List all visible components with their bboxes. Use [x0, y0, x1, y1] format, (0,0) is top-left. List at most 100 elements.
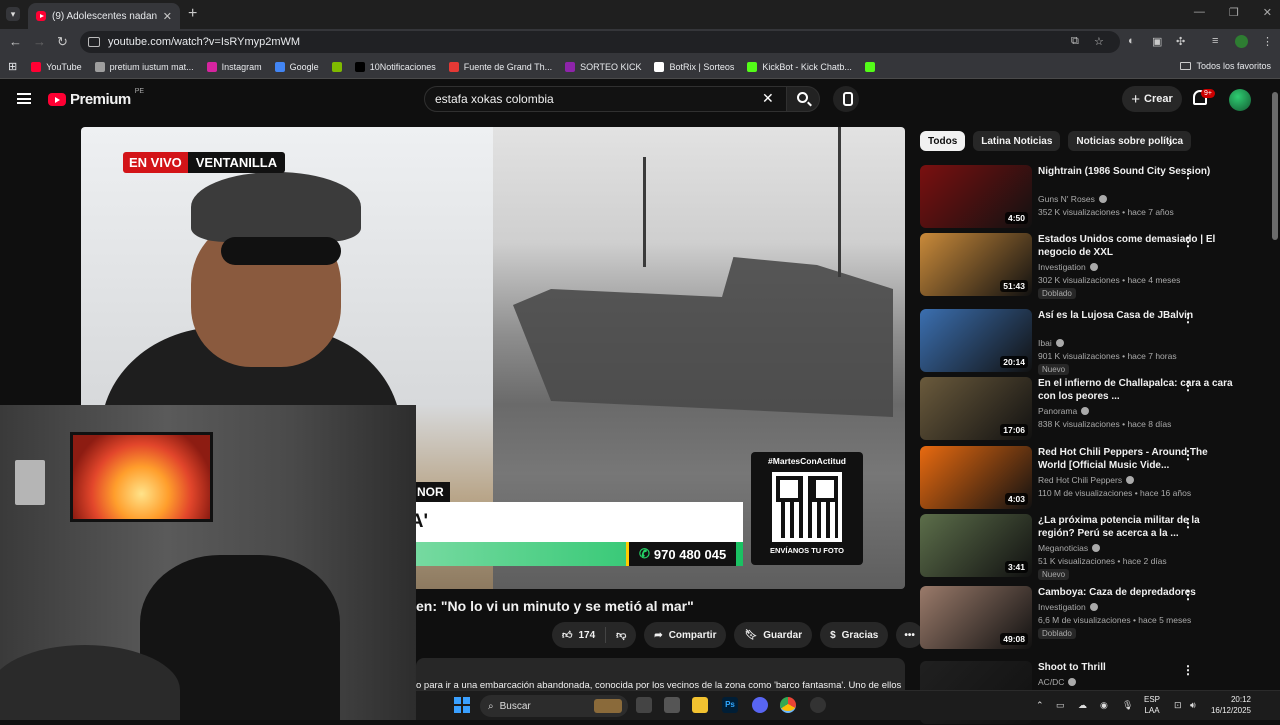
video-thumbnail[interactable]: 51:43: [920, 233, 1032, 296]
more-options-icon[interactable]: ⋮: [1182, 663, 1194, 677]
video-thumbnail[interactable]: 20:14: [920, 309, 1032, 372]
video-thumbnail[interactable]: 49:08: [920, 586, 1032, 649]
voice-search-icon[interactable]: [833, 86, 859, 112]
bookmark-star-icon[interactable]: ☆: [1094, 35, 1104, 48]
file-explorer-icon[interactable]: [692, 697, 708, 713]
more-options-icon[interactable]: ⋮: [1182, 311, 1194, 325]
browser-menu-icon[interactable]: ⋮: [1262, 35, 1273, 48]
extension-icon-2[interactable]: ▣: [1152, 35, 1162, 48]
bookmark-item[interactable]: [864, 61, 875, 72]
address-bar[interactable]: youtube.com/watch?v=IsRYmyp2mWM: [80, 31, 1120, 53]
site-info-icon[interactable]: [88, 37, 100, 47]
bookmark-item[interactable]: KickBot - Kick Chatb...: [747, 61, 852, 72]
recommended-video[interactable]: 4:50 Nightrain (1986 Sound City Session) G…: [920, 165, 1260, 229]
bookmark-item[interactable]: BotRix | Sorteos: [654, 61, 734, 72]
channel-name[interactable]: Investigation: [1038, 262, 1098, 272]
new-tab-button[interactable]: +: [188, 5, 197, 23]
video-thumbnail[interactable]: 3:41: [920, 514, 1032, 577]
reload-icon[interactable]: ↻: [57, 34, 68, 50]
recommended-video[interactable]: 3:41 ¿La próxima potencia militar de la r…: [920, 514, 1260, 580]
recommended-title[interactable]: Red Hot Chili Peppers - Around The World…: [1038, 446, 1238, 472]
thanks-button[interactable]: $ Gracias: [820, 622, 889, 648]
recommended-video[interactable]: 20:14 Así es la Lujosa Casa de JBalvin Iba…: [920, 309, 1260, 375]
forward-icon[interactable]: →: [33, 34, 46, 49]
recommended-video[interactable]: 49:08 Camboya: Caza de depredadores Invest…: [920, 586, 1260, 650]
media-control-icon[interactable]: ≡: [1212, 35, 1218, 47]
search-button[interactable]: [786, 86, 820, 112]
video-thumbnail[interactable]: 17:06: [920, 377, 1032, 440]
more-options-icon[interactable]: ⋮: [1182, 516, 1194, 530]
menu-hamburger-icon[interactable]: [17, 93, 31, 104]
recommended-video[interactable]: 17:06 En el infierno de Challapalca: cara…: [920, 377, 1260, 441]
create-button[interactable]: + Crear: [1122, 86, 1182, 112]
bookmark-item[interactable]: Instagram: [206, 61, 262, 72]
dislike-button[interactable]: 👎︎: [606, 629, 636, 641]
filter-chip[interactable]: Todos: [920, 131, 966, 151]
install-app-icon[interactable]: ⧉: [1071, 35, 1079, 48]
apps-grid-icon[interactable]: ⊞: [8, 60, 17, 73]
recommended-title[interactable]: Así es la Lujosa Casa de JBalvin: [1038, 309, 1238, 322]
save-button[interactable]: 🔖︎ Guardar: [734, 622, 813, 648]
tray-app-icon[interactable]: ▭: [1056, 700, 1065, 711]
bookmark-item[interactable]: Fuente de Grand Th...: [448, 61, 552, 72]
profile-avatar-icon[interactable]: [1235, 35, 1248, 48]
recommended-title[interactable]: Estados Unidos come demasiado | El negoc…: [1038, 233, 1238, 259]
share-button[interactable]: ➦ Compartir: [644, 622, 727, 648]
more-options-icon[interactable]: ⋮: [1182, 379, 1194, 393]
bookmark-item[interactable]: [331, 61, 342, 72]
filter-chip[interactable]: Latina Noticias: [973, 131, 1061, 151]
channel-name[interactable]: Panorama: [1038, 406, 1090, 416]
video-thumbnail[interactable]: 4:03: [920, 446, 1032, 509]
channel-name[interactable]: Investigation: [1038, 602, 1098, 612]
channel-name[interactable]: Red Hot Chili Peppers: [1038, 475, 1135, 485]
tray-expand-icon[interactable]: ⌃: [1036, 700, 1044, 711]
youtube-premium-logo[interactable]: Premium PE: [48, 88, 144, 108]
search-input[interactable]: estafa xokas colombia: [424, 86, 787, 112]
bookmark-item[interactable]: Google: [274, 61, 319, 72]
bookmark-item[interactable]: pretium iustum mat...: [94, 61, 194, 72]
task-view-icon[interactable]: [636, 697, 652, 713]
channel-name[interactable]: Meganoticias: [1038, 543, 1101, 553]
channel-name[interactable]: AC/DC: [1038, 677, 1077, 687]
bookmark-item[interactable]: YouTube: [31, 61, 82, 72]
tray-app-icon-2[interactable]: ◉: [1100, 700, 1108, 711]
tab-close-icon[interactable]: ✕: [163, 10, 172, 23]
onedrive-icon[interactable]: ☁: [1078, 700, 1087, 711]
back-icon[interactable]: ←: [9, 34, 22, 49]
discord-icon[interactable]: [752, 697, 768, 713]
system-clock[interactable]: 20:12 16/12/2025: [1206, 694, 1251, 716]
windows-start-icon[interactable]: [454, 697, 470, 713]
recommended-title[interactable]: Shoot to Thrill: [1038, 661, 1238, 674]
scrollbar-thumb[interactable]: [1272, 92, 1278, 240]
photoshop-icon[interactable]: Ps: [722, 697, 738, 713]
channel-name[interactable]: Guns N' Roses: [1038, 194, 1107, 204]
chrome-icon[interactable]: [780, 697, 796, 713]
extension-icon[interactable]: ◐: [1128, 35, 1135, 47]
recommended-video[interactable]: 4:03 Red Hot Chili Peppers - Around The W…: [920, 446, 1260, 510]
more-options-icon[interactable]: ⋮: [1182, 167, 1194, 181]
account-avatar[interactable]: [1229, 89, 1251, 111]
more-options-icon[interactable]: ⋮: [1182, 588, 1194, 602]
volume-icon[interactable]: 🔊︎: [1190, 700, 1196, 711]
extensions-puzzle-icon[interactable]: ✣: [1176, 35, 1185, 48]
recommended-title[interactable]: En el infierno de Challapalca: cara a ca…: [1038, 377, 1238, 403]
app-icon[interactable]: [664, 697, 680, 713]
bookmark-item[interactable]: 10Notificaciones: [354, 61, 436, 72]
more-options-icon[interactable]: ⋮: [1182, 448, 1194, 462]
more-actions-button[interactable]: •••: [896, 622, 923, 648]
taskbar-search[interactable]: ⌕ Buscar: [480, 695, 628, 717]
steam-icon[interactable]: [810, 697, 826, 713]
all-bookmarks-folder[interactable]: Todos los favoritos: [1180, 61, 1271, 71]
tab-search-button[interactable]: ▾: [6, 7, 20, 21]
recommended-title[interactable]: Nightrain (1986 Sound City Session): [1038, 165, 1238, 178]
restore-icon[interactable]: ❐: [1229, 6, 1239, 19]
language-indicator[interactable]: ESP LAA: [1144, 694, 1160, 716]
browser-tab-active[interactable]: (9) Adolescentes nadan hacia 'b ✕: [28, 3, 180, 29]
microphone-icon[interactable]: 🎙︎: [1122, 700, 1133, 711]
clear-search-icon[interactable]: ✕: [762, 90, 774, 107]
page-scrollbar[interactable]: [1270, 80, 1280, 690]
channel-name[interactable]: Ibai: [1038, 338, 1064, 348]
more-options-icon[interactable]: ⋮: [1182, 235, 1194, 249]
close-window-icon[interactable]: ✕: [1263, 6, 1272, 19]
recommended-title[interactable]: Camboya: Caza de depredadores: [1038, 586, 1238, 599]
